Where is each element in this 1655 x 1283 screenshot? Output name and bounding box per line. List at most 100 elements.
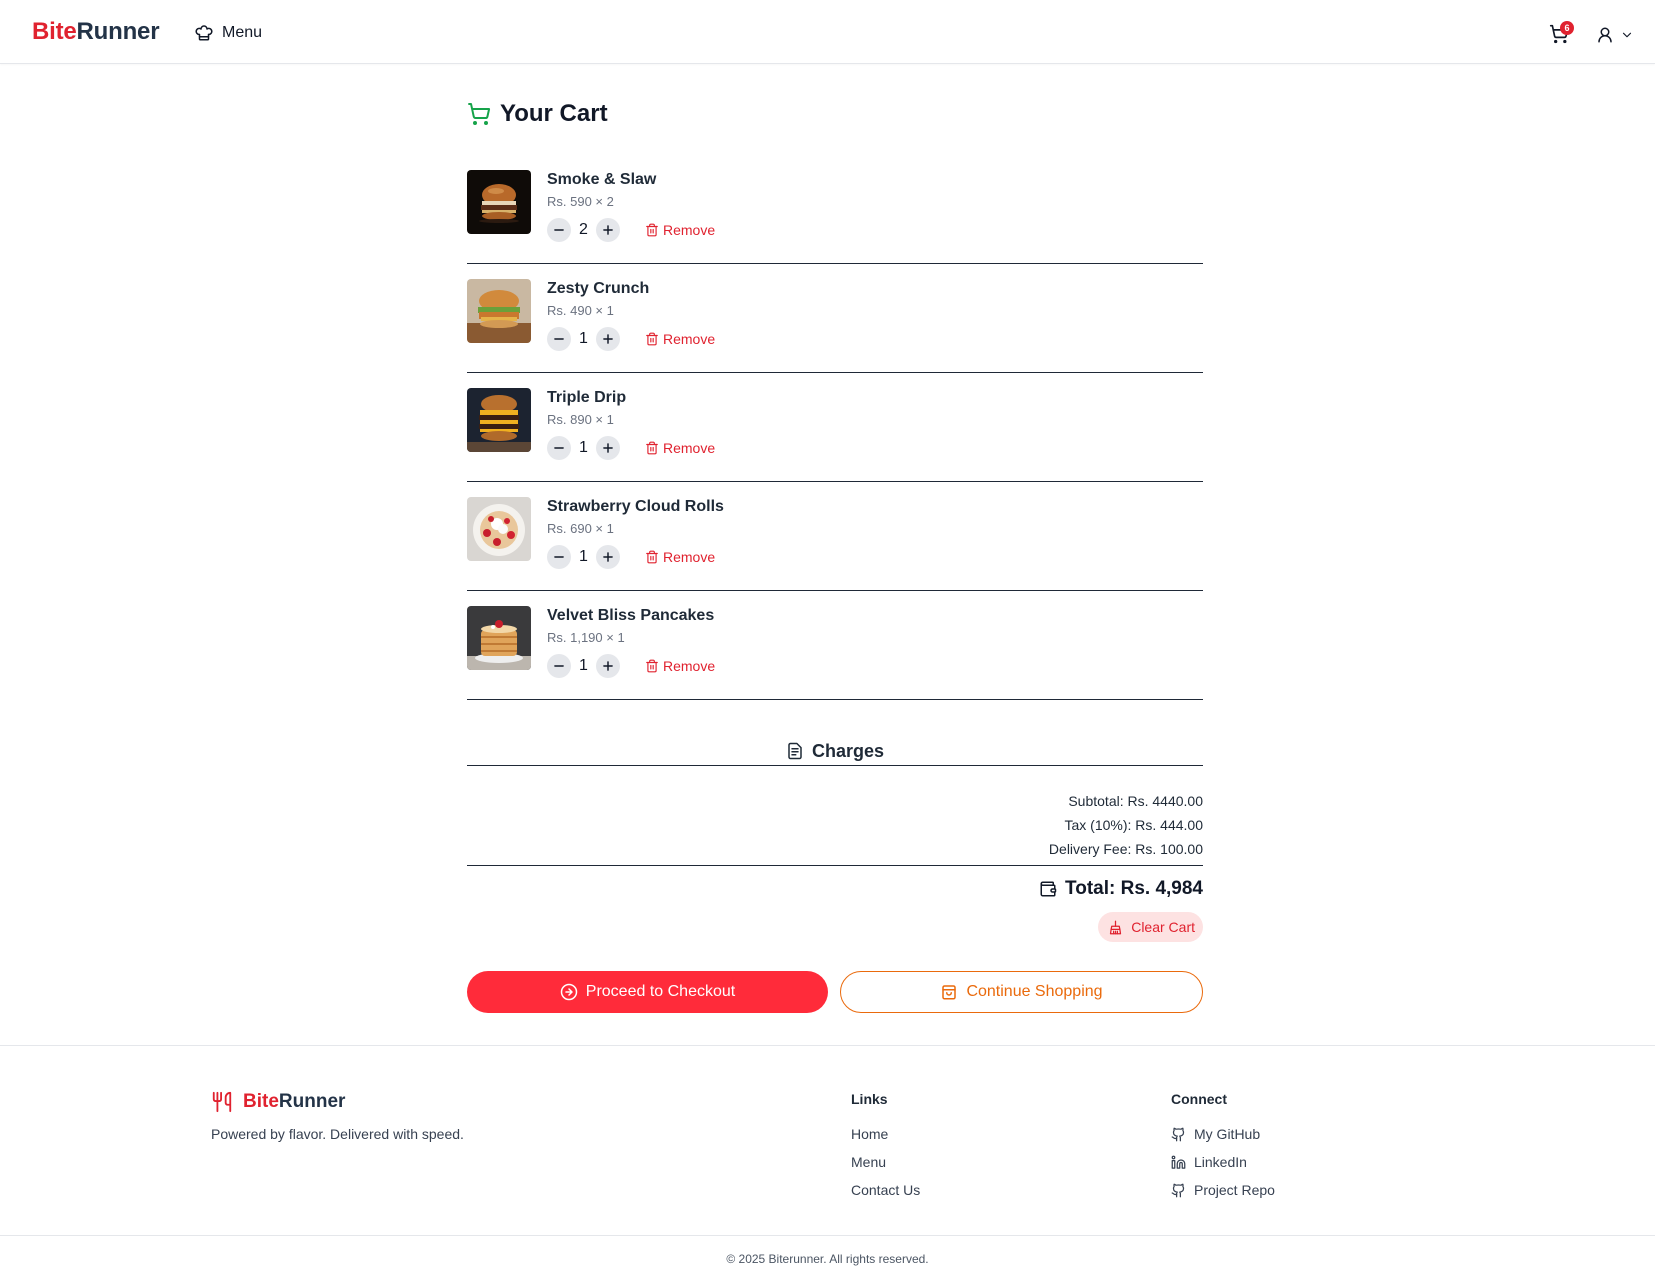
plus-icon <box>603 334 613 344</box>
footer-brand: BiteRunner <box>211 1091 345 1113</box>
charges-heading: Charges <box>467 740 1203 762</box>
github-icon <box>1171 1183 1185 1197</box>
item-image <box>467 606 531 670</box>
footer-link-contact[interactable]: Contact Us <box>851 1176 920 1204</box>
plus-icon <box>603 225 613 235</box>
nav-menu-label: Menu <box>222 24 263 41</box>
charges-title: Charges <box>811 740 885 761</box>
wallet-icon <box>1040 881 1057 897</box>
clear-cart-button[interactable]: Clear Cart <box>1098 912 1203 942</box>
utensils-icon <box>212 1091 232 1113</box>
chef-hat-icon <box>195 25 213 41</box>
total-row: Total: Rs. 4,984 <box>467 878 1203 900</box>
quantity-stepper: 1 <box>547 545 620 569</box>
quantity-value: 1 <box>579 330 588 347</box>
trash-icon <box>646 441 658 455</box>
links-heading: Links <box>851 1091 888 1107</box>
project-repo-label: Project Repo <box>1194 1182 1275 1198</box>
project-repo-link[interactable]: Project Repo <box>1171 1176 1275 1204</box>
connect-heading: Connect <box>1171 1091 1227 1107</box>
arrow-right-circle-icon <box>560 983 578 1001</box>
brand-logo[interactable]: BiteRunner <box>32 18 160 46</box>
minus-icon <box>554 447 564 449</box>
cart-section: Your Cart Smoke & Slaw Rs. 590 × 2 2 Rem… <box>467 96 1203 1013</box>
item-name: Smoke & Slaw <box>547 171 657 188</box>
footer-tagline: Powered by flavor. Delivered with speed. <box>211 1126 464 1142</box>
cart-icon <box>468 103 491 125</box>
footer: BiteRunner Powered by flavor. Delivered … <box>0 1045 1655 1283</box>
divider <box>467 865 1203 866</box>
chevron-down-icon <box>1622 32 1632 38</box>
cart-title: Your Cart <box>500 100 608 127</box>
trash-icon <box>646 223 658 237</box>
charge-rows: Subtotal: Rs. 4440.00 Tax (10%): Rs. 444… <box>467 791 1203 863</box>
quantity-value: 1 <box>579 548 588 565</box>
minus-icon <box>554 338 564 340</box>
cart-items-list: Smoke & Slaw Rs. 590 × 2 2 Remove Zesty … <box>467 155 1203 700</box>
github-link[interactable]: My GitHub <box>1171 1120 1275 1148</box>
quantity-stepper: 1 <box>547 327 620 351</box>
trash-icon <box>646 332 658 346</box>
proceed-to-checkout-button[interactable]: Proceed to Checkout <box>467 971 828 1013</box>
remove-item-button[interactable]: Remove <box>645 222 715 238</box>
linkedin-link[interactable]: LinkedIn <box>1171 1148 1275 1176</box>
github-icon <box>1171 1127 1185 1141</box>
increase-quantity-button[interactable] <box>596 327 620 351</box>
trash-icon <box>646 659 658 673</box>
minus-icon <box>554 556 564 558</box>
item-price: Rs. 890 × 1 <box>547 412 614 427</box>
item-image <box>467 388 531 452</box>
cart-button[interactable]: 6 <box>1549 21 1574 46</box>
remove-item-button[interactable]: Remove <box>645 658 715 674</box>
checkout-label: Proceed to Checkout <box>585 983 736 1000</box>
user-menu-button[interactable] <box>1596 26 1634 44</box>
item-price: Rs. 690 × 1 <box>547 521 614 536</box>
item-price: Rs. 490 × 1 <box>547 303 614 318</box>
quantity-stepper: 1 <box>547 654 620 678</box>
remove-label: Remove <box>663 549 716 565</box>
increase-quantity-button[interactable] <box>596 218 620 242</box>
shopping-bag-icon <box>942 985 957 1000</box>
linkedin-icon <box>1171 1155 1186 1169</box>
decrease-quantity-button[interactable] <box>547 327 571 351</box>
footer-connect-column: Connect My GitHub LinkedIn Project Repo <box>1171 1091 1275 1204</box>
github-label: My GitHub <box>1194 1126 1261 1142</box>
footer-link-home[interactable]: Home <box>851 1120 920 1148</box>
cart-item: Zesty Crunch Rs. 490 × 1 1 Remove <box>467 264 1203 373</box>
minus-icon <box>554 665 564 667</box>
plus-icon <box>603 443 613 453</box>
strawberry-rolls-image <box>467 497 531 561</box>
tax-text: Tax (10%): Rs. 444.00 <box>1064 817 1203 833</box>
increase-quantity-button[interactable] <box>596 436 620 460</box>
remove-item-button[interactable]: Remove <box>645 440 715 456</box>
footer-brand-part-1: Bite <box>243 1091 279 1112</box>
brand-part-1: Bite <box>32 18 77 45</box>
remove-item-button[interactable]: Remove <box>645 331 715 347</box>
decrease-quantity-button[interactable] <box>547 218 571 242</box>
decrease-quantity-button[interactable] <box>547 545 571 569</box>
user-icon <box>1598 27 1612 43</box>
quantity-stepper: 1 <box>547 436 620 460</box>
plus-icon <box>603 661 613 671</box>
item-name: Triple Drip <box>547 389 627 406</box>
item-name: Velvet Bliss Pancakes <box>547 607 715 624</box>
footer-link-menu[interactable]: Menu <box>851 1148 920 1176</box>
remove-label: Remove <box>663 331 716 347</box>
brand-part-2: Runner <box>76 18 160 45</box>
chicken-burger-image <box>467 279 531 343</box>
increase-quantity-button[interactable] <box>596 654 620 678</box>
subtotal-text: Subtotal: Rs. 4440.00 <box>1068 793 1203 809</box>
item-image <box>467 170 531 234</box>
decrease-quantity-button[interactable] <box>547 654 571 678</box>
plus-icon <box>603 552 613 562</box>
item-price: Rs. 1,190 × 1 <box>547 630 625 645</box>
navbar: BiteRunner Menu 6 <box>0 0 1655 64</box>
total-text: Total: Rs. 4,984 <box>1065 878 1203 899</box>
footer-links-column: Links Home Menu Contact Us <box>851 1091 920 1204</box>
nav-menu-link[interactable]: Menu <box>195 24 262 42</box>
decrease-quantity-button[interactable] <box>547 436 571 460</box>
continue-shopping-button[interactable]: Continue Shopping <box>840 971 1203 1013</box>
remove-item-button[interactable]: Remove <box>645 549 715 565</box>
increase-quantity-button[interactable] <box>596 545 620 569</box>
remove-label: Remove <box>663 658 716 674</box>
